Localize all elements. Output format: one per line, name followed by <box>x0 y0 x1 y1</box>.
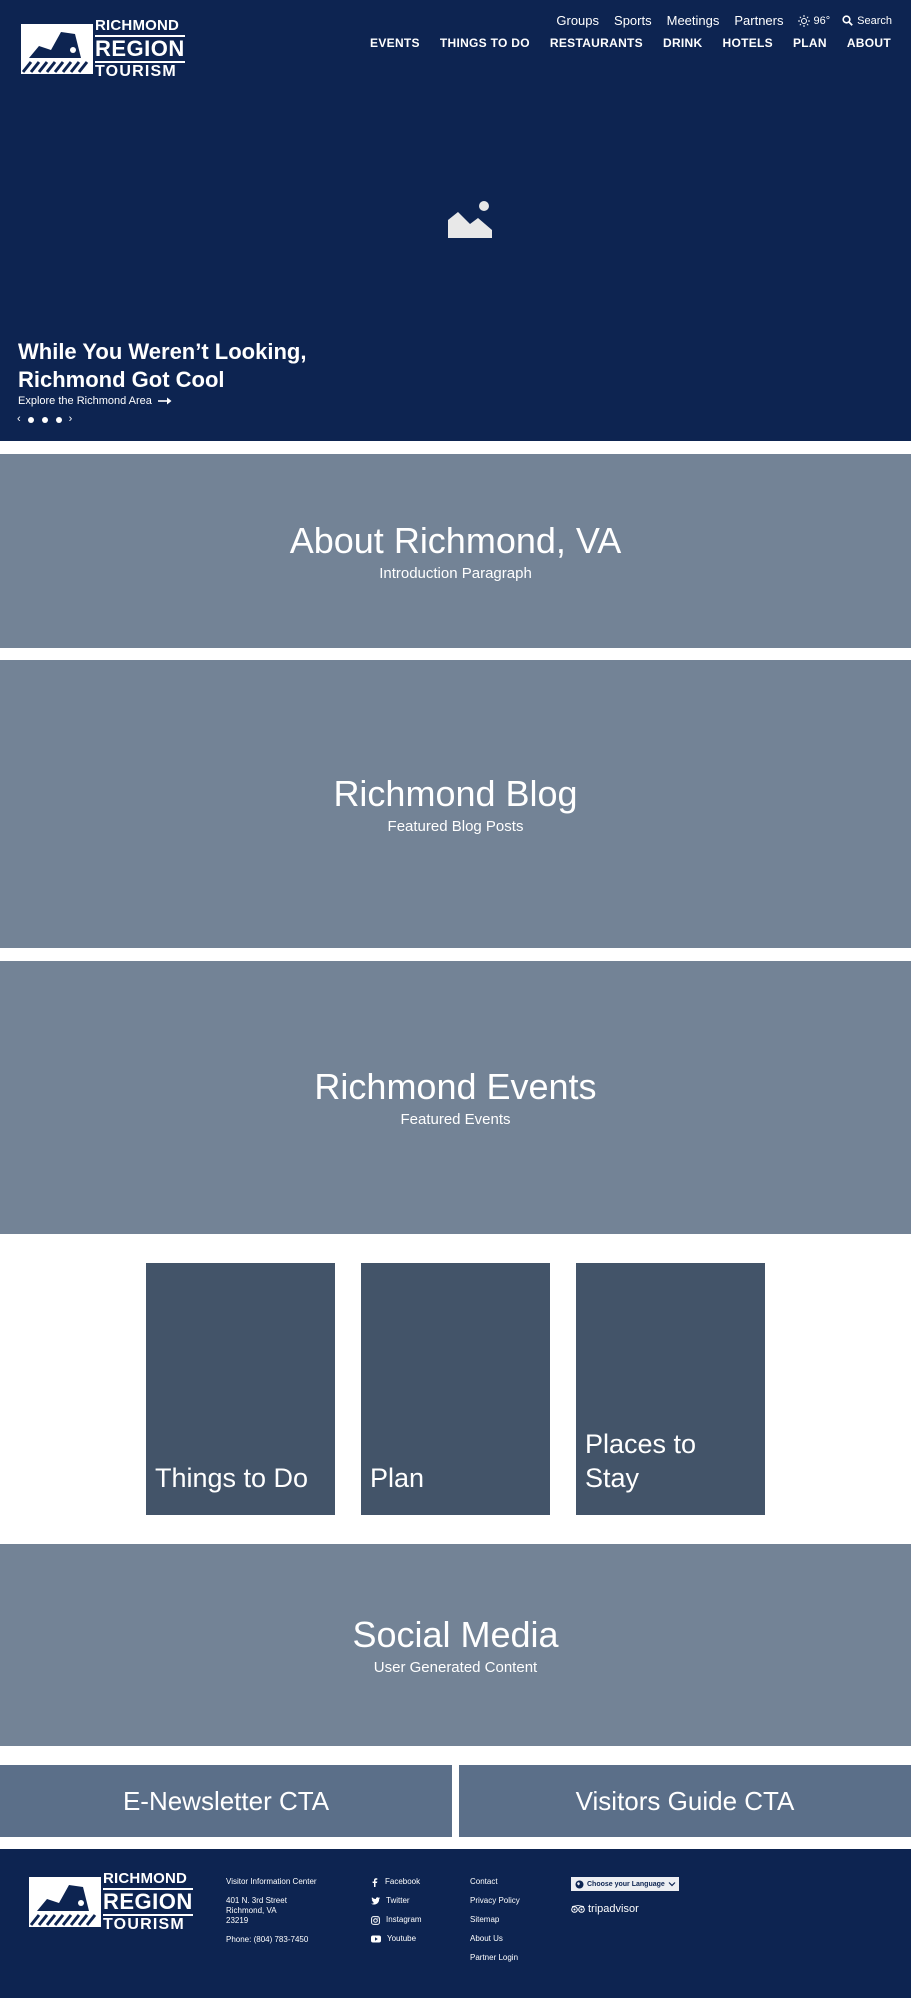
nav-restaurants[interactable]: RESTAURANTS <box>550 36 643 50</box>
social-subtitle: User Generated Content <box>373 1658 538 1676</box>
logo-line-3: TOURISM <box>103 1916 185 1933</box>
footer-link-privacy[interactable]: Privacy Policy <box>470 1896 520 1906</box>
footer-social: Facebook Twitter Instagram Youtube <box>371 1877 422 1953</box>
nav-meetings[interactable]: Meetings <box>667 13 720 28</box>
logo-line-3: TOURISM <box>95 63 177 80</box>
hero-title: While You Weren’t Looking, Richmond Got … <box>18 339 307 392</box>
blog-section: Richmond Blog Featured Blog Posts <box>0 660 911 948</box>
sun-icon <box>797 14 810 27</box>
nav-drink[interactable]: DRINK <box>663 36 703 50</box>
social-twitter[interactable]: Twitter <box>371 1896 422 1906</box>
footer-links: Contact Privacy Policy Sitemap About Us … <box>470 1877 520 1972</box>
logo-line-2: REGION <box>95 35 185 63</box>
blog-title: Richmond Blog <box>333 772 578 814</box>
arrow-right-icon <box>157 397 172 405</box>
tripadvisor-owl-icon <box>571 1905 585 1913</box>
address-phone[interactable]: Phone: (804) 783-7450 <box>226 1935 317 1945</box>
language-label: Choose your Language <box>587 1880 665 1888</box>
social-title: Social Media <box>352 1613 559 1655</box>
footer-logo[interactable]: RICHMOND REGION TOURISM <box>29 1871 193 1933</box>
search-button[interactable]: Search <box>842 15 892 27</box>
logo-line-1: RICHMOND <box>103 1870 188 1887</box>
address-zip: 23219 <box>226 1916 249 1925</box>
address-street: 401 N. 3rd Street <box>226 1896 287 1905</box>
card-plan[interactable]: Plan <box>361 1263 550 1515</box>
hero-explore-link[interactable]: Explore the Richmond Area <box>18 395 172 407</box>
newsletter-cta[interactable]: E-Newsletter CTA <box>0 1765 452 1837</box>
facebook-icon <box>372 1877 378 1887</box>
card-things-to-do[interactable]: Things to Do <box>146 1263 335 1515</box>
hero-link-label: Explore the Richmond Area <box>18 395 152 407</box>
logo-mark-icon <box>21 24 93 74</box>
card-title: Things to Do <box>155 1463 309 1493</box>
logo-line-2: REGION <box>103 1888 193 1916</box>
social-label: Youtube <box>387 1934 417 1943</box>
instagram-icon <box>371 1915 380 1925</box>
nav-about[interactable]: ABOUT <box>847 36 891 50</box>
chevron-down-icon <box>668 1882 676 1887</box>
carousel-dot[interactable] <box>41 416 48 423</box>
social-youtube[interactable]: Youtube <box>371 1934 422 1944</box>
nav-groups[interactable]: Groups <box>556 13 599 28</box>
nav-plan[interactable]: PLAN <box>793 36 827 50</box>
carousel-dot[interactable] <box>27 416 34 423</box>
weather-widget: 96° <box>797 14 831 27</box>
card-title: Plan <box>370 1463 425 1493</box>
events-title: Richmond Events <box>314 1066 597 1107</box>
social-facebook[interactable]: Facebook <box>371 1877 422 1887</box>
search-icon <box>842 15 853 26</box>
chevron-left-icon[interactable]: ‹ <box>17 414 21 425</box>
language-selector[interactable]: Choose your Language <box>571 1877 679 1891</box>
search-label: Search <box>857 14 892 27</box>
youtube-icon <box>371 1935 381 1943</box>
logo-mark-icon <box>29 1877 101 1927</box>
nav-things-to-do[interactable]: THINGS TO DO <box>440 36 530 50</box>
about-subtitle: Introduction Paragraph <box>379 564 532 582</box>
logo-line-1: RICHMOND <box>95 17 180 34</box>
social-label: Instagram <box>386 1915 422 1924</box>
social-instagram[interactable]: Instagram <box>371 1915 422 1925</box>
card-places-to-stay[interactable]: Places to Stay <box>576 1263 765 1515</box>
footer-address: Visitor Information Center 401 N. 3rd St… <box>226 1877 317 1945</box>
nav-sports[interactable]: Sports <box>614 13 652 28</box>
events-section: Richmond Events Featured Events <box>0 961 911 1234</box>
social-media-section: Social Media User Generated Content <box>0 1544 911 1746</box>
nav-events[interactable]: EVENTS <box>370 36 420 50</box>
site-footer: RICHMOND REGION TOURISM Visitor Informat… <box>0 1849 911 1998</box>
weather-temp: 96° <box>813 14 831 27</box>
visitors-guide-cta[interactable]: Visitors Guide CTA <box>459 1765 911 1837</box>
footer-link-contact[interactable]: Contact <box>470 1877 520 1887</box>
footer-link-sitemap[interactable]: Sitemap <box>470 1915 520 1925</box>
footer-link-partner-login[interactable]: Partner Login <box>470 1953 520 1963</box>
blog-subtitle: Featured Blog Posts <box>387 817 524 835</box>
tripadvisor-label: tripadvisor <box>588 1903 639 1915</box>
about-section: About Richmond, VA Introduction Paragrap… <box>0 454 911 648</box>
hero-banner: RICHMOND REGION TOURISM Groups Sports Me… <box>0 0 911 441</box>
image-placeholder-icon <box>448 201 492 238</box>
footer-link-about[interactable]: About Us <box>470 1934 520 1944</box>
events-subtitle: Featured Events <box>400 1111 511 1128</box>
nav-partners[interactable]: Partners <box>734 13 783 28</box>
utility-nav: Groups Sports Meetings Partners 96° Sear… <box>541 13 892 28</box>
address-name: Visitor Information Center <box>226 1877 317 1886</box>
carousel-controls: ‹ › <box>17 414 72 425</box>
social-label: Facebook <box>385 1877 421 1886</box>
globe-icon <box>575 1880 584 1888</box>
about-title: About Richmond, VA <box>289 519 622 561</box>
site-logo[interactable]: RICHMOND REGION TOURISM <box>21 18 185 80</box>
main-nav: EVENTS THINGS TO DO RESTAURANTS DRINK HO… <box>350 36 891 50</box>
logo-text: RICHMOND REGION TOURISM <box>95 18 185 80</box>
chevron-right-icon[interactable]: › <box>69 414 73 425</box>
tripadvisor-logo[interactable]: tripadvisor <box>571 1903 639 1915</box>
address-city: Richmond, VA <box>226 1906 277 1915</box>
card-title: Places to Stay <box>585 1429 697 1493</box>
carousel-dot[interactable] <box>55 416 62 423</box>
nav-hotels[interactable]: HOTELS <box>722 36 772 50</box>
twitter-icon <box>371 1897 380 1905</box>
social-label: Twitter <box>386 1896 410 1905</box>
logo-text: RICHMOND REGION TOURISM <box>103 1871 193 1933</box>
